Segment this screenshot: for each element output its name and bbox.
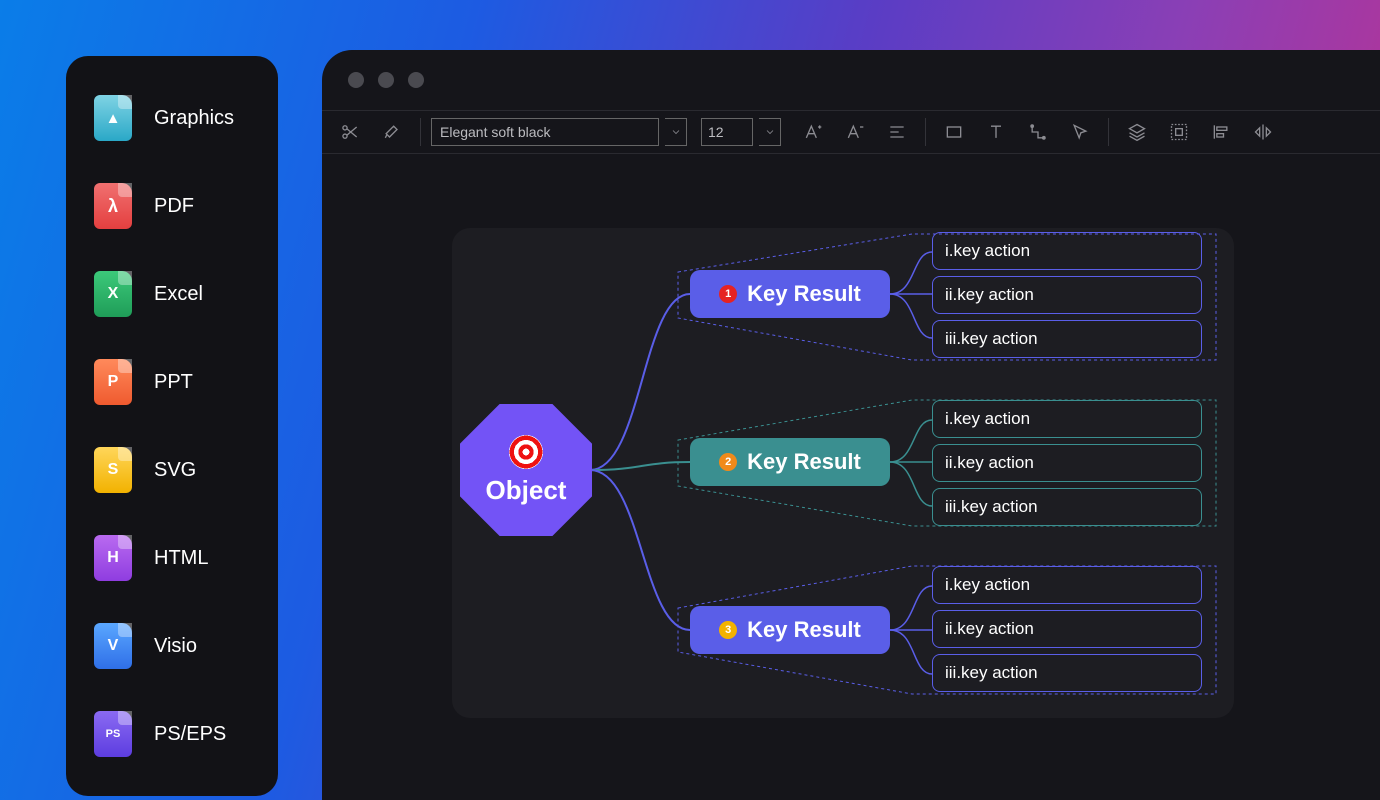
action-item[interactable]: iii.key action (932, 320, 1202, 358)
group-icon (1169, 122, 1189, 142)
app-window: Elegant soft black 12 (322, 50, 1380, 800)
actions-group-2: i.key action ii.key action iii.key actio… (932, 400, 1202, 532)
window-close-icon[interactable] (348, 72, 364, 88)
sidebar-item-label: Graphics (154, 107, 234, 130)
sidebar-item-label: SVG (154, 459, 196, 482)
sidebar-item-label: PPT (154, 371, 193, 394)
rectangle-icon (944, 122, 964, 142)
connector-icon (1028, 122, 1048, 142)
action-item[interactable]: i.key action (932, 232, 1202, 270)
sidebar-item-label: Visio (154, 635, 197, 658)
group-button[interactable] (1161, 114, 1197, 150)
ps-icon: PS (94, 711, 132, 757)
mirror-icon (1253, 122, 1273, 142)
theme-dropdown-arrow[interactable] (665, 118, 687, 146)
font-size-select[interactable]: 12 (701, 118, 753, 146)
connector-button[interactable] (1020, 114, 1056, 150)
text-button[interactable] (978, 114, 1014, 150)
font-size-value: 12 (708, 124, 724, 140)
action-item[interactable]: i.key action (932, 566, 1202, 604)
toolbar: Elegant soft black 12 (322, 110, 1380, 154)
cut-button[interactable] (332, 114, 368, 150)
action-item[interactable]: ii.key action (932, 276, 1202, 314)
theme-select[interactable]: Elegant soft black (431, 118, 659, 146)
key-result-label: Key Result (747, 281, 861, 307)
window-minimize-icon[interactable] (378, 72, 394, 88)
key-result-node-2[interactable]: 2 Key Result (690, 438, 890, 486)
decrease-font-button[interactable] (837, 114, 873, 150)
scissors-icon (340, 122, 360, 142)
sidebar-item-graphics[interactable]: ▲ Graphics (94, 94, 250, 142)
sidebar-item-label: PS/EPS (154, 723, 226, 746)
chevron-down-icon (670, 126, 682, 138)
layers-button[interactable] (1119, 114, 1155, 150)
format-painter-button[interactable] (374, 114, 410, 150)
font-decrease-icon (845, 122, 865, 142)
separator (420, 118, 421, 146)
align-left-button[interactable] (1203, 114, 1239, 150)
action-item[interactable]: i.key action (932, 400, 1202, 438)
layers-icon (1127, 122, 1147, 142)
export-format-sidebar: ▲ Graphics λ PDF X Excel P PPT S SVG (66, 56, 278, 796)
badge-1: 1 (719, 285, 737, 303)
badge-3: 3 (719, 621, 737, 639)
html-icon: H (94, 535, 132, 581)
pdf-icon: λ (94, 183, 132, 229)
sidebar-item-label: HTML (154, 547, 208, 570)
action-item[interactable]: ii.key action (932, 610, 1202, 648)
theme-value: Elegant soft black (440, 124, 551, 140)
sidebar-item-ps[interactable]: PS PS/EPS (94, 710, 250, 758)
align-button[interactable] (879, 114, 915, 150)
shape-button[interactable] (936, 114, 972, 150)
separator (1108, 118, 1109, 146)
sidebar-item-label: Excel (154, 283, 203, 306)
sidebar-item-html[interactable]: H HTML (94, 534, 250, 582)
visio-icon: V (94, 623, 132, 669)
sidebar-item-svg[interactable]: S SVG (94, 446, 250, 494)
increase-font-button[interactable] (795, 114, 831, 150)
window-maximize-icon[interactable] (408, 72, 424, 88)
font-increase-icon (803, 122, 823, 142)
key-result-node-3[interactable]: 3 Key Result (690, 606, 890, 654)
excel-icon: X (94, 271, 132, 317)
action-item[interactable]: iii.key action (932, 654, 1202, 692)
root-node[interactable]: Object (460, 404, 592, 536)
window-controls (322, 50, 1380, 110)
mindmap-canvas[interactable]: Object 1 Key Result 2 Key Result 3 Key R… (452, 228, 1234, 718)
image-icon: ▲ (94, 95, 132, 141)
sidebar-item-visio[interactable]: V Visio (94, 622, 250, 670)
ppt-icon: P (94, 359, 132, 405)
text-icon (986, 122, 1006, 142)
key-result-label: Key Result (747, 617, 861, 643)
pointer-button[interactable] (1062, 114, 1098, 150)
target-icon (509, 435, 543, 469)
svg-icon: S (94, 447, 132, 493)
align-icon (887, 122, 907, 142)
action-item[interactable]: ii.key action (932, 444, 1202, 482)
font-size-dropdown-arrow[interactable] (759, 118, 781, 146)
key-result-node-1[interactable]: 1 Key Result (690, 270, 890, 318)
sidebar-item-ppt[interactable]: P PPT (94, 358, 250, 406)
root-label: Object (486, 475, 567, 506)
actions-group-3: i.key action ii.key action iii.key actio… (932, 566, 1202, 698)
key-result-label: Key Result (747, 449, 861, 475)
action-item[interactable]: iii.key action (932, 488, 1202, 526)
paint-icon (382, 122, 402, 142)
chevron-down-icon (764, 126, 776, 138)
sidebar-item-label: PDF (154, 195, 194, 218)
sidebar-item-pdf[interactable]: λ PDF (94, 182, 250, 230)
badge-2: 2 (719, 453, 737, 471)
cursor-icon (1070, 122, 1090, 142)
actions-group-1: i.key action ii.key action iii.key actio… (932, 232, 1202, 364)
sidebar-item-excel[interactable]: X Excel (94, 270, 250, 318)
mirror-button[interactable] (1245, 114, 1281, 150)
separator (925, 118, 926, 146)
align-left-icon (1211, 122, 1231, 142)
